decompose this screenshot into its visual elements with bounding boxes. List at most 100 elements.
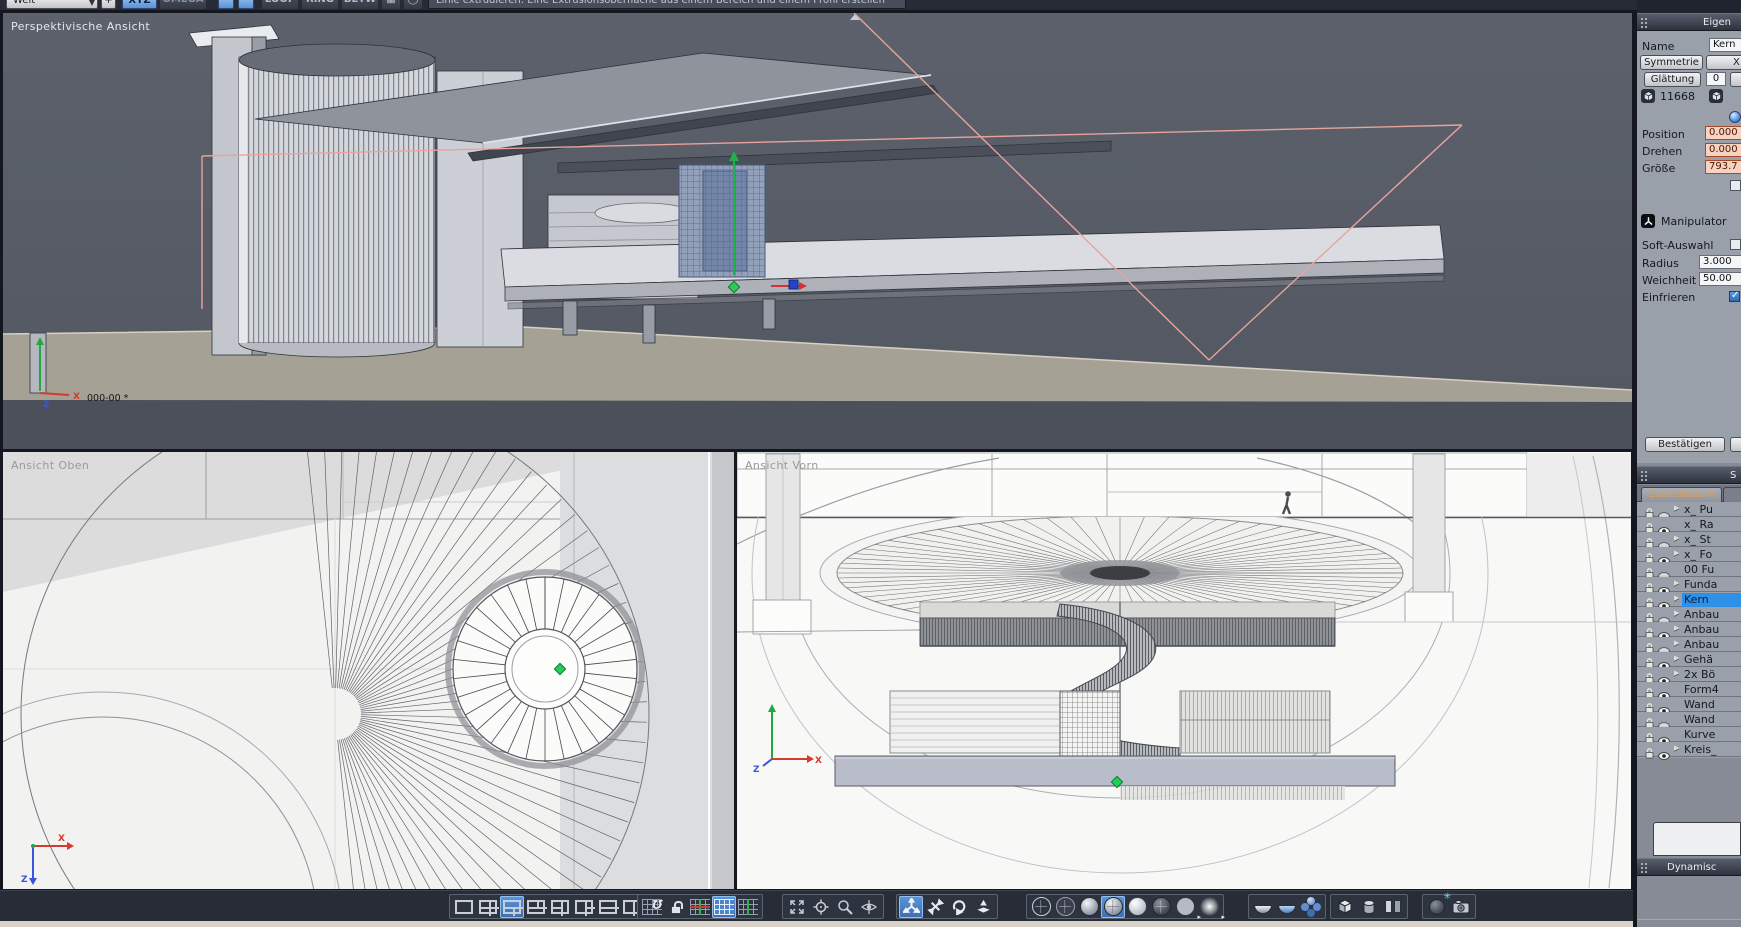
expand-arrow-icon[interactable]: ▶ (1674, 654, 1679, 662)
tool-icon-button-1[interactable] (218, 0, 234, 9)
rotation-x-field[interactable]: 0.000 (1705, 143, 1741, 157)
drag-handle-icon[interactable] (1640, 17, 1649, 29)
look-at-icon[interactable] (857, 896, 881, 918)
grid-vertical-axis-icon[interactable] (736, 896, 760, 918)
soft-cluster-icon[interactable] (1299, 896, 1323, 918)
drag-handle-icon[interactable] (1640, 470, 1649, 482)
tree-item[interactable]: ▶ x_ Pu (1637, 502, 1741, 520)
smoothing-value[interactable]: 0 (1706, 72, 1726, 86)
tab-szenenbaum[interactable]: Szenenbaum (1641, 487, 1723, 502)
focus-selection-icon[interactable] (809, 896, 833, 918)
hemisphere-icon[interactable] (1251, 896, 1275, 918)
tree-item[interactable]: ▶ x_ Ra (1637, 517, 1741, 535)
lock-magnet-icon[interactable] (664, 896, 688, 918)
symmetry-axis-button[interactable]: X (1706, 55, 1741, 70)
coord-mode-radio[interactable] (1729, 111, 1741, 123)
tree-item[interactable]: ▶ Form4 (1637, 682, 1741, 700)
tree-item[interactable]: ▶ Anbau (1637, 607, 1741, 625)
between-select-button[interactable]: BETW (342, 0, 378, 9)
tree-item[interactable]: ▶ Wand (1637, 712, 1741, 730)
layout-quad-icon[interactable] (476, 896, 500, 918)
add-button[interactable]: + (101, 0, 116, 9)
dynamics-panel-header[interactable]: Dynamisc (1637, 858, 1741, 876)
layout-single-icon[interactable] (452, 896, 476, 918)
expand-arrow-icon[interactable]: ▶ (1674, 594, 1679, 602)
smoothing-button[interactable]: Glättung (1644, 72, 1701, 87)
ambient-shading-icon[interactable]: ▸ (1197, 896, 1225, 921)
grid-axes-icon[interactable] (688, 896, 712, 918)
lock-icon[interactable] (1645, 744, 1654, 763)
viewport-top[interactable]: X Z Ansicht Oben (3, 452, 734, 889)
hemisphere-blue-icon[interactable] (1275, 896, 1299, 918)
layout-one-top-two-bottom-icon[interactable] (500, 895, 524, 918)
tree-item[interactable]: ▶ Anbau (1637, 637, 1741, 655)
loop-select-button[interactable]: LOOP (262, 0, 298, 9)
radius-field[interactable]: 3.000 (1699, 255, 1741, 269)
grid-toggle-icon[interactable]: ▦ (382, 0, 400, 9)
gimbal-button[interactable]: OMEGA (160, 0, 206, 9)
tree-item[interactable]: ▶ x_ St (1637, 532, 1741, 550)
ring-select-button[interactable]: RING (302, 0, 338, 9)
grid-magnet-icon[interactable]: Ω (640, 896, 664, 918)
expand-arrow-icon[interactable]: ▶ (1674, 549, 1679, 557)
grid-active-icon[interactable] (712, 895, 736, 918)
smooth-shaded-icon[interactable] (1125, 896, 1149, 918)
shaded-wireframe-icon[interactable] (1101, 895, 1125, 918)
tree-item[interactable]: ▶ Anbau (1637, 622, 1741, 640)
tree-item[interactable]: ▶ Funda (1637, 577, 1741, 595)
expand-arrow-icon[interactable]: ▶ (1674, 669, 1679, 677)
zoom-region-icon[interactable] (833, 896, 857, 918)
tree-item[interactable]: ▶ 00 Fu (1637, 562, 1741, 580)
drag-handle-icon[interactable] (1640, 862, 1649, 874)
wireframe-shading-icon[interactable] (1029, 896, 1053, 918)
tree-item[interactable]: ▶ x_ Fo (1637, 547, 1741, 565)
expand-arrow-icon[interactable]: ▶ (1674, 624, 1679, 632)
tree-item[interactable]: ▶ Kreis_ (1637, 742, 1741, 760)
box-mode-icon[interactable] (1333, 896, 1357, 918)
freeze-checkbox[interactable] (1729, 290, 1740, 302)
tree-item[interactable]: ▶ Wand (1637, 697, 1741, 715)
smoothing-extra-button[interactable] (1730, 72, 1741, 87)
expand-arrow-icon[interactable]: ▶ (1674, 744, 1679, 752)
tab-next[interactable] (1723, 487, 1741, 502)
circle-toggle-icon[interactable]: ◯ (404, 0, 422, 9)
abort-button[interactable]: A (1730, 437, 1741, 452)
dark-wireframe-icon[interactable] (1149, 896, 1173, 918)
flat-shading-icon[interactable]: ▸ (1173, 896, 1201, 921)
softness-field[interactable]: 50.00 (1699, 272, 1741, 286)
confirm-button[interactable]: Bestätigen (1645, 437, 1725, 452)
split-panels-icon[interactable] (1381, 896, 1405, 918)
tool-icon-button-2[interactable] (238, 0, 254, 9)
fit-view-icon[interactable] (785, 896, 809, 918)
expand-arrow-icon[interactable]: ▶ (1674, 504, 1679, 512)
rotate-tool-icon[interactable] (947, 896, 971, 918)
layout-two-rows-icon[interactable] (596, 896, 620, 918)
size-x-field[interactable]: 793.7 (1705, 160, 1741, 174)
tree-item[interactable]: ▶ 2x Bö (1637, 667, 1741, 685)
tree-item[interactable]: ▶ Kurve (1637, 727, 1741, 745)
expand-arrow-icon[interactable]: ▶ (1674, 534, 1679, 542)
name-input[interactable]: Kern (1709, 38, 1741, 52)
tree-item[interactable]: ▶ Kern (1637, 592, 1741, 610)
scale-tool-icon[interactable] (971, 896, 995, 918)
render-camera-icon[interactable] (1449, 896, 1473, 918)
manipulator-tool-icon[interactable] (899, 895, 923, 918)
soft-selection-checkbox[interactable] (1730, 239, 1741, 250)
properties-panel-header[interactable]: Eigen (1637, 13, 1741, 31)
cylinder-mode-icon[interactable] (1357, 896, 1381, 918)
symmetry-button[interactable]: Symmetrie (1640, 55, 1703, 70)
move-tool-icon[interactable] (923, 896, 947, 918)
layout-split-left-icon[interactable] (548, 896, 572, 918)
viewport-perspective[interactable]: Perspektivische Ansicht X Z 000-00 * (3, 13, 1632, 449)
axis-lock-button[interactable]: XYZ (122, 0, 157, 9)
expand-arrow-icon[interactable]: ▶ (1674, 639, 1679, 647)
tree-item[interactable]: ▶ Gehä (1637, 652, 1741, 670)
scene-panel-header[interactable]: S (1637, 466, 1741, 484)
viewport-front[interactable]: X Z Ansicht Vorn (737, 452, 1631, 889)
solid-shading-icon[interactable] (1077, 896, 1101, 918)
eye-icon[interactable] (1658, 745, 1670, 764)
render-sphere-icon[interactable]: ✳ (1425, 892, 1451, 918)
uniform-scale-checkbox[interactable] (1730, 180, 1741, 191)
position-x-field[interactable]: 0.000 (1705, 126, 1741, 140)
coord-space-select[interactable]: Welt ▼ (6, 0, 98, 9)
